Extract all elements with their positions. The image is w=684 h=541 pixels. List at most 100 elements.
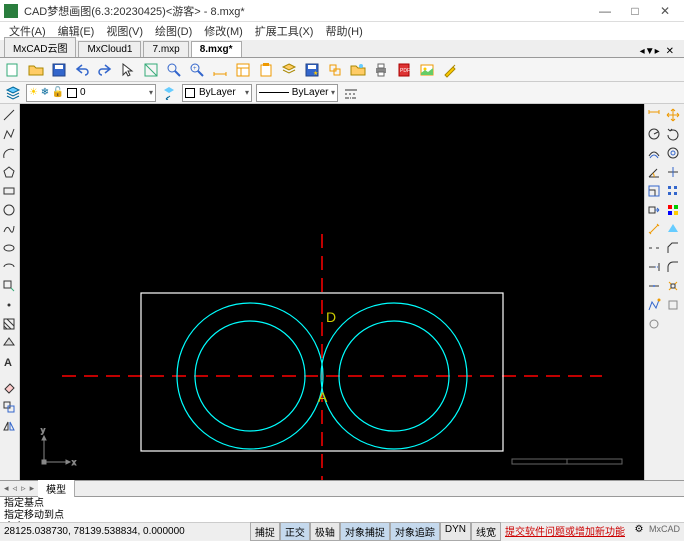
erase-button[interactable] xyxy=(0,379,18,397)
menu-draw[interactable]: 绘图(D) xyxy=(150,22,197,40)
rectangle-button[interactable] xyxy=(0,182,18,200)
snap-toggle[interactable]: 捕捉 xyxy=(250,522,280,541)
otrack-toggle[interactable]: 对象追踪 xyxy=(390,522,440,541)
trim-button[interactable] xyxy=(664,163,682,181)
circle-mod-button[interactable] xyxy=(664,144,682,162)
layers-button[interactable] xyxy=(278,60,300,80)
osnap-toggle[interactable]: 对象捕捉 xyxy=(340,522,390,541)
point-button[interactable] xyxy=(0,296,18,314)
minimize-button[interactable]: — xyxy=(590,1,620,21)
pen-tool-button[interactable] xyxy=(439,60,461,80)
copy-button[interactable] xyxy=(0,398,18,416)
polyline-button[interactable] xyxy=(0,125,18,143)
new-file-button[interactable] xyxy=(2,60,24,80)
saveas-button[interactable]: ★ xyxy=(301,60,323,80)
extra-1-button[interactable] xyxy=(664,296,682,314)
offset-button[interactable] xyxy=(645,144,663,162)
app-icon xyxy=(4,4,18,18)
document-tabs: MxCAD云图 MxCloud1 7.mxp 8.mxg* ◂▼▸ ✕ xyxy=(0,40,684,58)
redo-button[interactable] xyxy=(94,60,116,80)
maximize-button[interactable]: □ xyxy=(620,1,650,21)
dim-angular-button[interactable] xyxy=(645,163,663,181)
menu-help[interactable]: 帮助(H) xyxy=(320,22,367,40)
print-button[interactable] xyxy=(370,60,392,80)
image-button[interactable] xyxy=(416,60,438,80)
scale-button[interactable] xyxy=(645,182,663,200)
hatch-button[interactable] xyxy=(0,315,18,333)
menu-view[interactable]: 视图(V) xyxy=(101,22,148,40)
extend-button[interactable] xyxy=(645,258,663,276)
ellipse-button[interactable] xyxy=(0,239,18,257)
doc-tab[interactable]: 7.mxp xyxy=(143,41,188,57)
svg-text:+: + xyxy=(193,66,197,72)
save-button[interactable] xyxy=(48,60,70,80)
zoom-extents-button[interactable] xyxy=(140,60,162,80)
lineweight-toggle[interactable]: 线宽 xyxy=(471,522,501,541)
extra-2-button[interactable] xyxy=(645,315,663,333)
fillet-button[interactable] xyxy=(664,258,682,276)
mtext-button[interactable]: A xyxy=(0,353,18,371)
pdf-button[interactable]: PDF xyxy=(393,60,415,80)
rotate-circ-button[interactable] xyxy=(645,125,663,143)
tab-first-button[interactable]: ◂ xyxy=(2,483,11,494)
move-button[interactable] xyxy=(664,106,682,124)
ortho-toggle[interactable]: 正交 xyxy=(280,522,310,541)
layer-color-button[interactable] xyxy=(664,201,682,219)
svg-text:A: A xyxy=(4,357,12,369)
menu-ext[interactable]: 扩展工具(X) xyxy=(250,22,319,40)
block-button[interactable] xyxy=(324,60,346,80)
polar-toggle[interactable]: 极轴 xyxy=(310,522,340,541)
feedback-link[interactable]: 提交软件问题或增加新功能 xyxy=(501,522,629,541)
break-button[interactable] xyxy=(645,239,663,257)
cursor-button[interactable] xyxy=(117,60,139,80)
block-insert-button[interactable] xyxy=(0,277,18,295)
linetype-dropdown[interactable]: ByLayer ▾ xyxy=(256,84,338,102)
arc-button[interactable] xyxy=(0,144,18,162)
linetype-manager-button[interactable] xyxy=(342,84,360,102)
layer-prev-button[interactable] xyxy=(160,84,178,102)
line-button[interactable] xyxy=(0,106,18,124)
layer-manager-button[interactable] xyxy=(4,84,22,102)
layer-dropdown[interactable]: ☀ ❄ 🔓 0 ▾ xyxy=(26,84,156,102)
props-button[interactable] xyxy=(232,60,254,80)
ellipse-arc-button[interactable] xyxy=(0,258,18,276)
settings-icon[interactable]: ⚙ xyxy=(631,522,647,536)
close-button[interactable]: ✕ xyxy=(650,1,680,21)
doc-tab[interactable]: MxCloud1 xyxy=(78,41,141,57)
open-cloud-button[interactable] xyxy=(347,60,369,80)
circle-button[interactable] xyxy=(0,201,18,219)
dyn-toggle[interactable]: DYN xyxy=(440,522,471,541)
polygon-button[interactable] xyxy=(0,163,18,181)
tab-prev-button[interactable]: ◃ xyxy=(11,483,20,494)
zoom-window-button[interactable] xyxy=(163,60,185,80)
join-button[interactable] xyxy=(645,277,663,295)
stretch-button[interactable] xyxy=(645,201,663,219)
dimension-button[interactable] xyxy=(209,60,231,80)
hatch-edit-button[interactable] xyxy=(664,220,682,238)
color-dropdown[interactable]: ByLayer ▾ xyxy=(182,84,252,102)
chamfer-button[interactable] xyxy=(664,239,682,257)
clipboard-button[interactable] xyxy=(255,60,277,80)
tab-next-button[interactable]: ▹ xyxy=(19,483,28,494)
region-button[interactable] xyxy=(0,334,18,352)
open-file-button[interactable] xyxy=(25,60,47,80)
tab-dropdown-icon[interactable]: ◂▼▸ xyxy=(638,46,662,57)
doc-tab-active[interactable]: 8.mxg* xyxy=(191,41,242,57)
array-rect-button[interactable] xyxy=(664,182,682,200)
menu-modify[interactable]: 修改(M) xyxy=(199,22,248,40)
explode-button[interactable] xyxy=(664,277,682,295)
doc-tab[interactable]: MxCAD云图 xyxy=(4,37,76,57)
dim-linear-button[interactable] xyxy=(645,106,663,124)
rotate-button[interactable] xyxy=(664,125,682,143)
dim-aligned-button[interactable] xyxy=(645,220,663,238)
zoom-in-button[interactable]: + xyxy=(186,60,208,80)
model-tab[interactable]: 模型 xyxy=(38,480,75,497)
mirror-button[interactable] xyxy=(0,417,18,435)
undo-button[interactable] xyxy=(71,60,93,80)
drawing-canvas[interactable]: D A xy xyxy=(20,104,644,480)
svg-text:PDF: PDF xyxy=(400,68,410,74)
tab-close-icon[interactable]: ✕ xyxy=(664,46,676,57)
spline-button[interactable] xyxy=(0,220,18,238)
tab-last-button[interactable]: ▸ xyxy=(28,483,37,494)
pedit-button[interactable] xyxy=(645,296,663,314)
